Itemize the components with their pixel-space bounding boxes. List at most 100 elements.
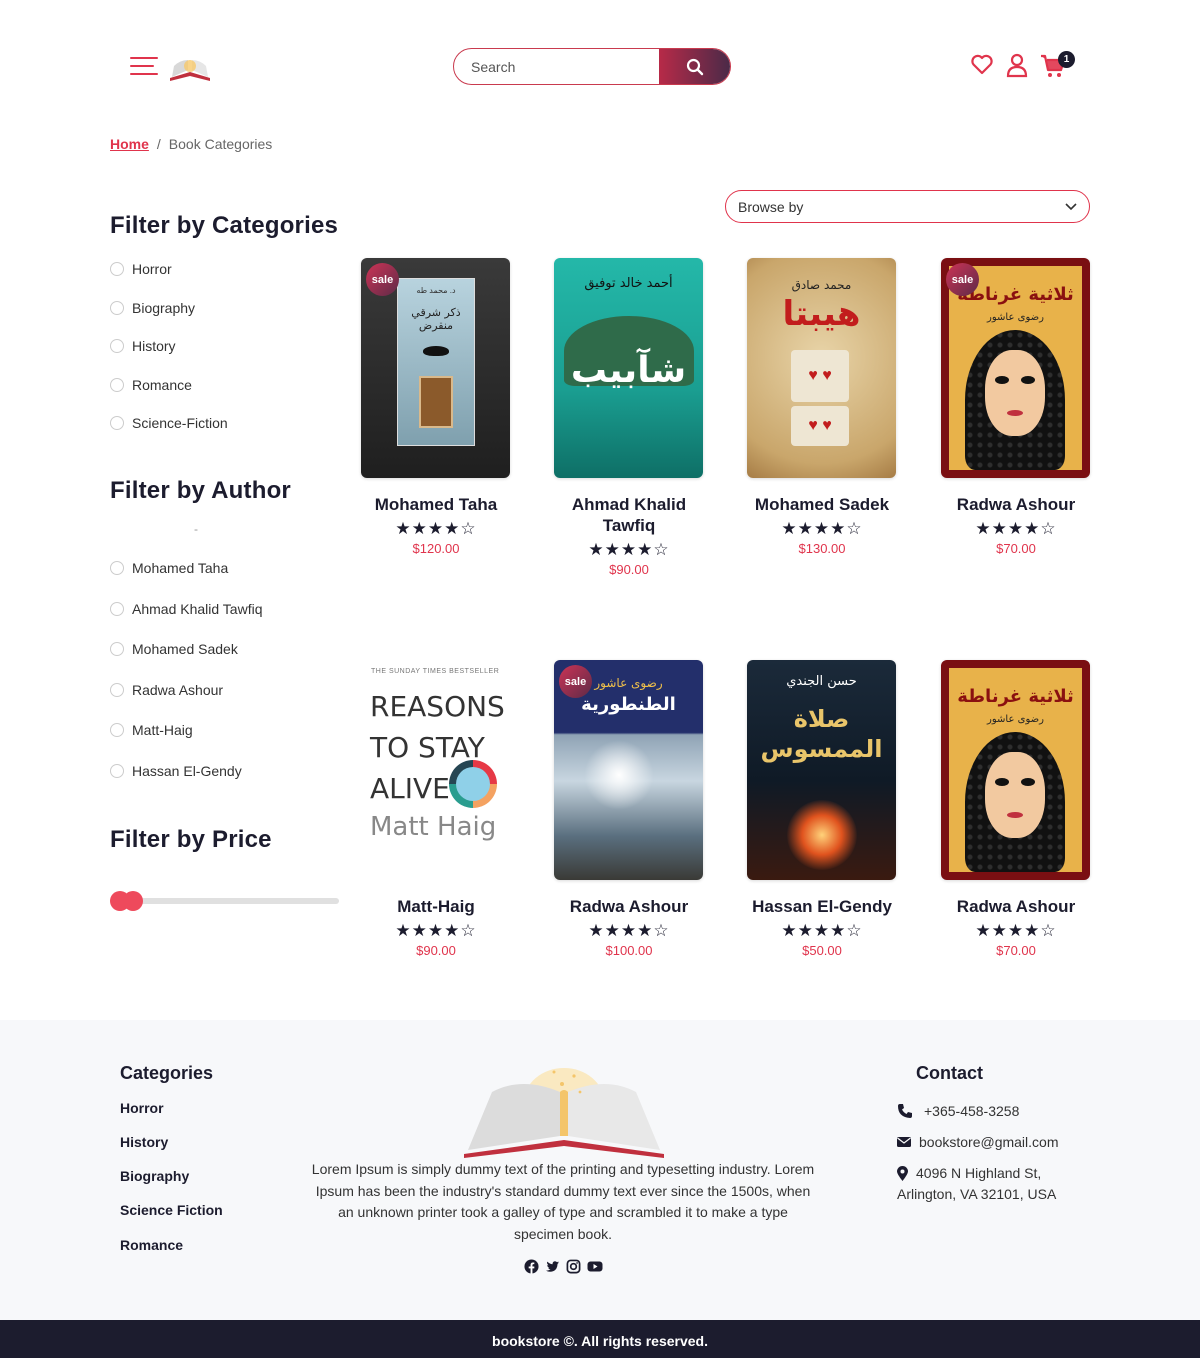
filter-label: Horror xyxy=(132,261,172,277)
book-card[interactable]: ثلاثية غرناطة رضوى عاشور Radwa Ashour ★★… xyxy=(941,660,1091,958)
footer-link-history[interactable]: History xyxy=(120,1134,168,1150)
radio-icon xyxy=(110,301,124,315)
filter-author-ahmad-khalid-tawfiq[interactable]: Ahmad Khalid Tawfiq xyxy=(110,601,262,617)
filter-author-matt-haig[interactable]: Matt-Haig xyxy=(110,722,193,738)
book-title[interactable]: Matt-Haig xyxy=(361,896,511,917)
contact-address-line2: Arlington, VA 32101, USA xyxy=(897,1186,1057,1202)
book-price: $120.00 xyxy=(412,541,460,556)
facebook-icon[interactable] xyxy=(524,1259,539,1274)
radio-icon xyxy=(110,262,124,276)
filter-category-romance[interactable]: Romance xyxy=(110,377,192,393)
filter-label: Ahmad Khalid Tawfiq xyxy=(132,601,263,617)
filter-label: Science-Fiction xyxy=(132,415,228,431)
filter-category-horror[interactable]: Horror xyxy=(110,261,172,277)
filter-author-mohamed-taha[interactable]: Mohamed Taha xyxy=(110,560,228,576)
book-title[interactable]: Radwa Ashour xyxy=(554,896,704,917)
cover-author: أحمد خالد توفيق xyxy=(584,276,673,291)
breadcrumb-home-link[interactable]: Home xyxy=(110,136,149,152)
search-input[interactable] xyxy=(454,49,659,84)
search-bar xyxy=(453,48,731,85)
breadcrumb: Home / Book Categories xyxy=(110,136,272,152)
rating-stars: ★★★★☆ xyxy=(588,540,670,559)
contact-address: 4096 N Highland St, Arlington, VA 32101,… xyxy=(897,1163,1056,1205)
book-title[interactable]: Ahmad Khalid Tawfiq xyxy=(554,494,704,536)
book-card[interactable]: ثلاثية غرناطة رضوى عاشور sale Radwa Asho… xyxy=(941,258,1091,556)
cover-title: هيبتا xyxy=(782,294,861,334)
book-cover[interactable]: محمد صادق هيبتا ♥ ♥ ♥ ♥ xyxy=(747,258,896,478)
rating-stars: ★★★★☆ xyxy=(395,519,477,538)
book-cover[interactable]: حسن الجندي صلاة الممسوس xyxy=(747,660,896,880)
filter-author-radwa-ashour[interactable]: Radwa Ashour xyxy=(110,682,223,698)
filter-price-title: Filter by Price xyxy=(110,826,272,853)
footer-link-romance[interactable]: Romance xyxy=(120,1237,183,1253)
contact-email[interactable]: bookstore@gmail.com xyxy=(897,1132,1059,1153)
filter-label: Matt-Haig xyxy=(132,722,193,738)
heart-icon[interactable] xyxy=(970,52,996,78)
book-cover[interactable]: ثلاثية غرناطة رضوى عاشور xyxy=(941,660,1090,880)
filter-label: Mohamed Taha xyxy=(132,560,229,576)
footer-link-biography[interactable]: Biography xyxy=(120,1168,189,1184)
rating-stars: ★★★★☆ xyxy=(781,519,863,538)
contact-email-text: bookstore@gmail.com xyxy=(919,1134,1059,1150)
book-title[interactable]: Hassan El-Gendy xyxy=(747,896,897,917)
author-placeholder-dash: - xyxy=(194,522,198,536)
book-price: $90.00 xyxy=(609,562,649,577)
price-slider-max-handle[interactable] xyxy=(123,891,143,911)
radio-icon xyxy=(110,416,124,430)
filter-category-biography[interactable]: Biography xyxy=(110,300,195,316)
rating-stars: ★★★★☆ xyxy=(975,519,1057,538)
envelope-icon xyxy=(897,1137,911,1147)
book-price: $50.00 xyxy=(802,943,842,958)
book-cover[interactable]: أحمد خالد توفيق شآبيب xyxy=(554,258,703,478)
cover-title: ثلاثية غرناطة xyxy=(957,686,1074,707)
book-card[interactable]: ذكر شرقي منقرض د. محمد طه sale Mohamed T… xyxy=(361,258,511,556)
breadcrumb-current: Book Categories xyxy=(168,136,273,152)
cover-tagline: THE SUNDAY TIMES BESTSELLER xyxy=(371,668,500,675)
book-cover[interactable]: ذكر شرقي منقرض د. محمد طه sale xyxy=(361,258,510,478)
cover-title: شآبيب xyxy=(570,350,687,391)
filter-label: Mohamed Sadek xyxy=(132,641,238,657)
radio-icon xyxy=(110,642,124,656)
sale-badge: sale xyxy=(559,665,592,698)
book-title[interactable]: Mohamed Sadek xyxy=(747,494,897,515)
user-icon[interactable] xyxy=(1005,52,1031,78)
book-cover[interactable]: ثلاثية غرناطة رضوى عاشور sale xyxy=(941,258,1090,478)
contact-phone[interactable]: +365-458-3258 xyxy=(897,1101,1019,1122)
filter-label: Radwa Ashour xyxy=(132,682,224,698)
browse-by-select[interactable]: Browse by xyxy=(725,190,1090,223)
twitter-icon[interactable] xyxy=(545,1259,560,1274)
filter-category-history[interactable]: History xyxy=(110,338,176,354)
book-cover[interactable]: رضوى عاشور الطنطورية sale xyxy=(554,660,703,880)
book-card[interactable]: حسن الجندي صلاة الممسوس Hassan El-Gendy … xyxy=(747,660,897,958)
book-title[interactable]: Mohamed Taha xyxy=(361,494,511,515)
footer-link-horror[interactable]: Horror xyxy=(120,1100,164,1116)
filter-category-science-fiction[interactable]: Science-Fiction xyxy=(110,415,228,431)
filter-author-hassan-el-gendy[interactable]: Hassan El-Gendy xyxy=(110,763,242,779)
book-cover[interactable]: THE SUNDAY TIMES BESTSELLER REASONS TO S… xyxy=(361,660,510,880)
book-card[interactable]: أحمد خالد توفيق شآبيب Ahmad Khalid Tawfi… xyxy=(554,258,704,577)
map-pin-icon xyxy=(897,1166,908,1181)
search-icon xyxy=(686,58,703,75)
cart-count-badge: 1 xyxy=(1058,51,1075,68)
menu-icon[interactable] xyxy=(130,57,158,77)
sale-badge: sale xyxy=(946,263,979,296)
search-button[interactable] xyxy=(659,49,730,84)
instagram-icon[interactable] xyxy=(566,1259,581,1274)
book-card[interactable]: رضوى عاشور الطنطورية sale Radwa Ashour ★… xyxy=(554,660,704,958)
book-card[interactable]: محمد صادق هيبتا ♥ ♥ ♥ ♥ Mohamed Sadek ★★… xyxy=(747,258,897,556)
footer-link-science-fiction[interactable]: Science Fiction xyxy=(120,1202,223,1218)
price-slider-track[interactable] xyxy=(110,898,339,904)
book-card[interactable]: THE SUNDAY TIMES BESTSELLER REASONS TO S… xyxy=(361,660,511,958)
sale-badge: sale xyxy=(366,263,399,296)
book-title[interactable]: Radwa Ashour xyxy=(941,896,1091,917)
youtube-icon[interactable] xyxy=(587,1259,603,1274)
book-price: $130.00 xyxy=(798,541,846,556)
filter-author-mohamed-sadek[interactable]: Mohamed Sadek xyxy=(110,641,238,657)
breadcrumb-separator: / xyxy=(156,136,161,152)
book-title[interactable]: Radwa Ashour xyxy=(941,494,1091,515)
radio-icon xyxy=(110,764,124,778)
rating-stars: ★★★★☆ xyxy=(395,921,477,940)
logo-book-icon[interactable] xyxy=(166,52,214,84)
filter-author-title: Filter by Author xyxy=(110,477,291,504)
cover-author: محمد صادق xyxy=(791,278,852,292)
